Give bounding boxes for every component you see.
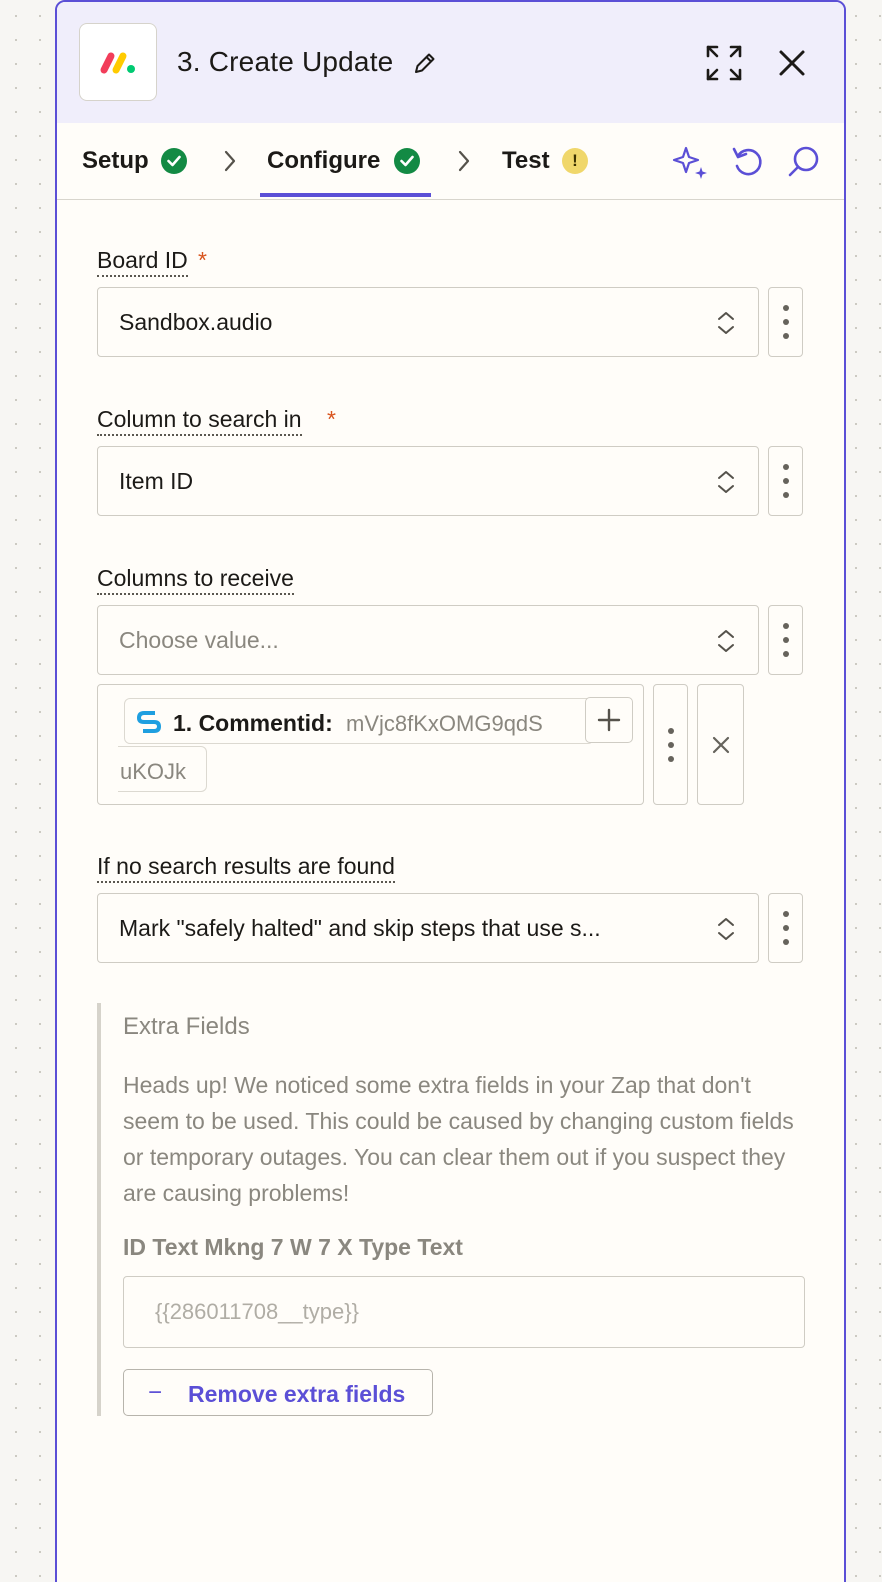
board-id-select[interactable]: Sandbox.audio <box>97 287 759 357</box>
columns-to-receive-placeholder: Choose value... <box>119 627 279 653</box>
chevron-updown-icon <box>718 471 734 493</box>
tab-setup[interactable]: Setup <box>82 147 149 175</box>
pencil-edit-icon[interactable] <box>412 50 438 76</box>
columns-to-receive-label: Columns to receive <box>97 565 294 595</box>
more-dot <box>783 492 789 498</box>
undo-icon[interactable] <box>729 143 767 181</box>
step-editor-panel: 3. Create Update Setup Configure Test ! … <box>55 0 846 1582</box>
columns-to-receive-options-button[interactable] <box>768 605 803 675</box>
required-marker: * <box>198 247 207 273</box>
board-id-options-button[interactable] <box>768 287 803 357</box>
remove-extra-fields-button[interactable]: − Remove extra fields <box>123 1369 433 1416</box>
more-dot <box>783 637 789 643</box>
no-results-options-button[interactable] <box>768 893 803 963</box>
column-to-search-select[interactable]: Item ID <box>97 446 759 516</box>
plus-icon <box>597 708 621 732</box>
more-dot <box>783 623 789 629</box>
minus-icon: − <box>148 1379 163 1406</box>
more-dot <box>783 911 789 917</box>
more-dot <box>783 319 789 325</box>
mapped-data-pill[interactable]: 1. Commentid: mVjc8fKxOMG9qdS <box>124 698 594 744</box>
more-dot <box>783 651 789 657</box>
extra-fields-title: Extra Fields <box>123 1013 250 1040</box>
more-dot <box>783 305 789 311</box>
insert-data-button[interactable] <box>585 697 633 743</box>
step-title[interactable]: 3. Create Update <box>177 46 393 78</box>
columns-to-receive-select[interactable]: Choose value... <box>97 605 759 675</box>
chevron-right-icon <box>458 150 470 172</box>
mapped-data-pill-continued[interactable]: uKOJk <box>118 746 207 792</box>
check-circle-icon <box>161 148 187 174</box>
warning-icon: ! <box>562 148 588 174</box>
more-dot <box>783 333 789 339</box>
extra-field-label: ID Text Mkng 7 W 7 X Type Text <box>123 1234 463 1260</box>
no-results-value: Mark "safely halted" and skip steps that… <box>119 915 601 941</box>
mapped-value-field[interactable]: 1. Commentid: mVjc8fKxOMG9qdS uKOJk <box>97 684 644 805</box>
ai-sparkle-icon[interactable] <box>671 143 711 183</box>
step-header: 3. Create Update <box>57 2 844 123</box>
extra-fields-section: Extra Fields Heads up! We noticed some e… <box>97 1003 805 1416</box>
search-icon[interactable] <box>785 143 823 181</box>
more-dot <box>783 478 789 484</box>
mapped-data-value-continued: uKOJk <box>120 759 187 784</box>
more-dot <box>783 925 789 931</box>
more-dot <box>668 728 674 734</box>
monday-logo-icon <box>79 23 157 101</box>
more-dot <box>668 756 674 762</box>
extra-fields-description: Heads up! We noticed some extra fields i… <box>123 1072 794 1206</box>
more-dot <box>668 742 674 748</box>
column-to-search-label: Column to search in <box>97 406 302 436</box>
stripe-s-icon <box>137 711 161 733</box>
chevron-updown-icon <box>718 918 734 940</box>
remove-extra-fields-label: Remove extra fields <box>188 1381 406 1407</box>
more-dot <box>783 464 789 470</box>
step-tabs: Setup Configure Test ! <box>57 123 844 200</box>
tab-test[interactable]: Test <box>502 147 550 175</box>
mapped-data-label: 1. Commentid: <box>173 710 333 736</box>
extra-field-value: {{286011708__type}} <box>155 1299 359 1324</box>
required-marker: * <box>327 406 336 432</box>
close-icon <box>712 736 730 754</box>
chevron-updown-icon <box>718 312 734 334</box>
close-icon[interactable] <box>775 46 809 80</box>
column-to-search-value: Item ID <box>119 468 194 494</box>
check-circle-icon <box>394 148 420 174</box>
no-results-label: If no search results are found <box>97 853 395 883</box>
chevron-right-icon <box>224 150 236 172</box>
mapped-value-options-button[interactable] <box>653 684 688 805</box>
board-id-label: Board ID <box>97 247 188 277</box>
remove-mapped-value-button[interactable] <box>697 684 744 805</box>
mapped-data-value: mVjc8fKxOMG9qdS <box>346 711 543 736</box>
column-to-search-options-button[interactable] <box>768 446 803 516</box>
extra-field-input[interactable]: {{286011708__type}} <box>123 1276 805 1348</box>
tab-configure[interactable]: Configure <box>267 147 380 175</box>
active-tab-indicator <box>260 193 431 197</box>
board-id-value: Sandbox.audio <box>119 309 273 335</box>
more-dot <box>783 939 789 945</box>
expand-icon[interactable] <box>705 44 743 82</box>
chevron-updown-icon <box>718 630 734 652</box>
no-results-select[interactable]: Mark "safely halted" and skip steps that… <box>97 893 759 963</box>
